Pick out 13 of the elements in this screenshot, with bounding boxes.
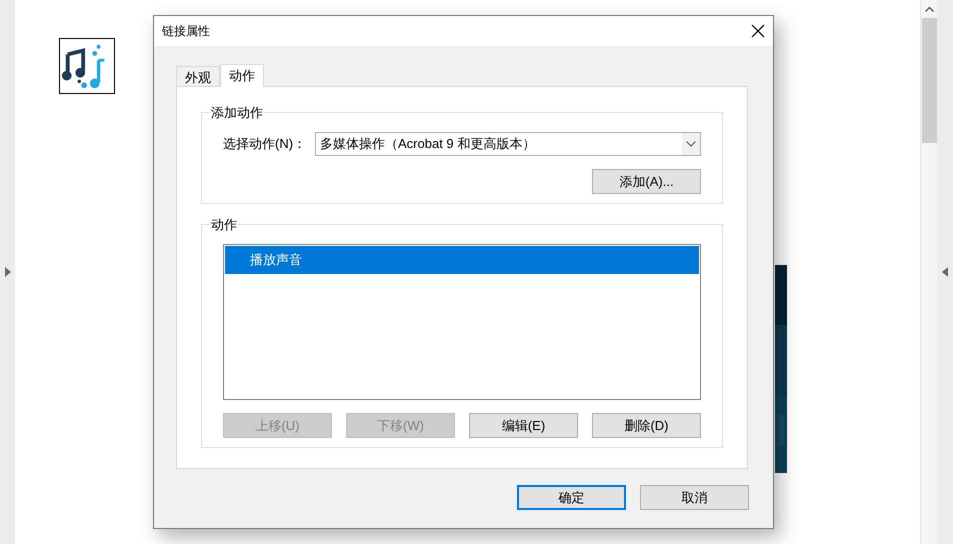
tab[interactable]: 动作 [220, 64, 264, 87]
group-label: 动作 [210, 216, 238, 234]
window-title: 链接属性 [162, 22, 210, 40]
action-button[interactable]: 删除(D) [592, 413, 701, 438]
group-label: 添加动作 [210, 104, 264, 122]
tab[interactable]: 外观 [176, 66, 220, 86]
add-button[interactable]: 添加(A)... [592, 169, 701, 194]
dialog-button[interactable]: 取消 [640, 485, 749, 510]
action-button[interactable]: 编辑(E) [469, 413, 578, 438]
dialog-button[interactable]: 确定 [517, 485, 626, 510]
list-item[interactable]: 播放声音 [225, 246, 699, 274]
action-dropdown[interactable]: 多媒体操作（Acrobat 9 和更高版本） [315, 132, 701, 156]
field-label: 选择动作(N)： [223, 135, 306, 153]
